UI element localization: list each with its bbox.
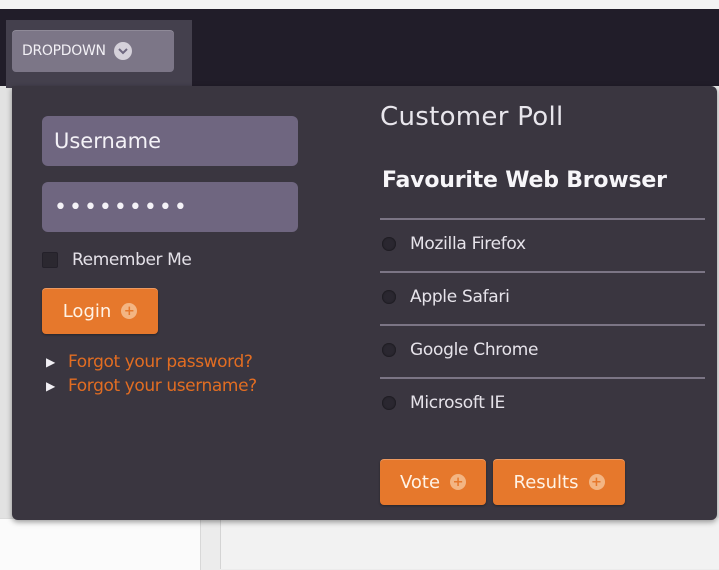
forgot-username-row: ▶ Forgot your username?: [46, 374, 257, 398]
poll-option-label: Microsoft IE: [410, 393, 505, 413]
forgot-password-row: ▶ Forgot your password?: [46, 350, 257, 374]
arrow-right-icon: ▶: [46, 355, 56, 369]
poll-option-safari[interactable]: Apple Safari: [382, 287, 510, 307]
poll-option-label: Apple Safari: [410, 287, 510, 307]
remember-me-checkbox[interactable]: [42, 252, 58, 268]
poll-option-chrome[interactable]: Google Chrome: [382, 340, 538, 360]
radio-button[interactable]: [382, 396, 396, 410]
plus-circle-icon: +: [588, 474, 605, 490]
dropdown-label: DROPDOWN: [22, 43, 106, 59]
background-card: [0, 518, 201, 570]
poll-title: Customer Poll: [380, 102, 564, 132]
remember-me[interactable]: Remember Me: [42, 250, 192, 270]
poll-option-ie[interactable]: Microsoft IE: [382, 393, 505, 413]
dropdown-button[interactable]: DROPDOWN: [12, 30, 174, 72]
forgot-username-link[interactable]: Forgot your username?: [68, 376, 257, 396]
username-field[interactable]: Username: [42, 116, 298, 166]
divider: [380, 271, 705, 273]
background-content: [220, 518, 719, 569]
password-value: •••••••••: [54, 194, 189, 220]
poll-question: Favourite Web Browser: [382, 168, 667, 193]
login-button-label: Login: [62, 300, 112, 322]
forgot-password-link[interactable]: Forgot your password?: [68, 352, 253, 372]
radio-button[interactable]: [382, 237, 396, 251]
results-button-label: Results: [513, 471, 579, 493]
password-field[interactable]: •••••••••: [42, 182, 298, 232]
chevron-down-icon: [113, 42, 132, 60]
poll-option-firefox[interactable]: Mozilla Firefox: [382, 234, 526, 254]
vote-button-label: Vote: [399, 471, 441, 493]
top-strip: [0, 0, 719, 9]
username-value: Username: [54, 129, 162, 153]
divider: [380, 218, 705, 220]
results-button[interactable]: Results +: [493, 459, 625, 505]
divider: [380, 324, 705, 326]
poll-option-label: Mozilla Firefox: [410, 234, 526, 254]
forgot-links: ▶ Forgot your password? ▶ Forgot your us…: [46, 350, 257, 398]
poll-option-label: Google Chrome: [410, 340, 539, 360]
login-button[interactable]: Login +: [42, 288, 158, 334]
dropdown-panel: Username ••••••••• Remember Me Login + ▶…: [12, 86, 717, 520]
divider: [380, 377, 705, 379]
arrow-right-icon: ▶: [46, 379, 56, 393]
vote-button[interactable]: Vote +: [380, 459, 486, 505]
radio-button[interactable]: [382, 343, 396, 357]
plus-circle-icon: +: [121, 303, 138, 319]
remember-me-label: Remember Me: [72, 250, 192, 270]
plus-circle-icon: +: [450, 474, 467, 490]
radio-button[interactable]: [382, 290, 396, 304]
